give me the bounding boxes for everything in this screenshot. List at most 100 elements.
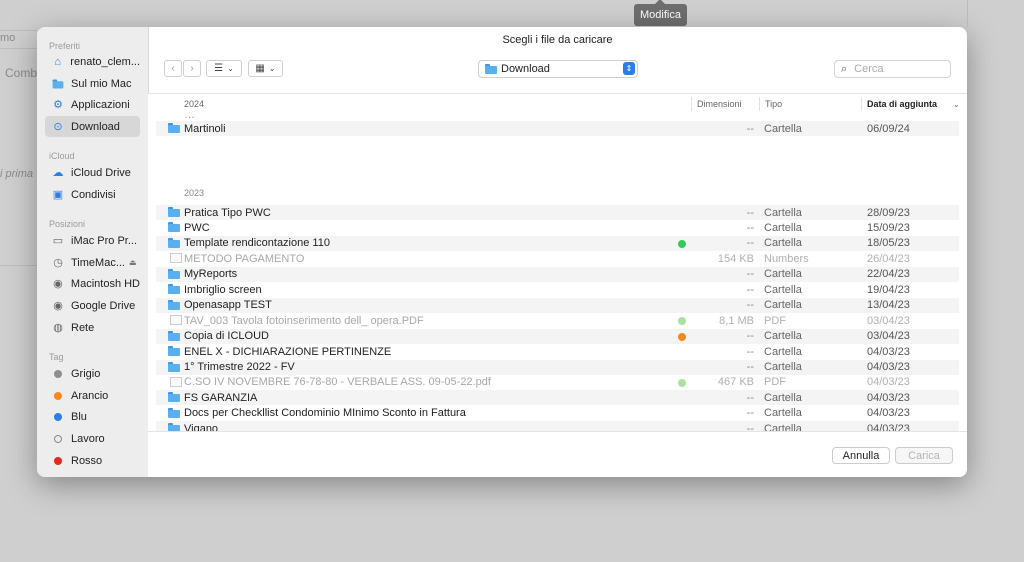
location-popup[interactable]: Download ⇕ bbox=[478, 60, 638, 78]
file-row[interactable]: Copia di ICLOUD -- Cartella 03/04/23 bbox=[156, 328, 959, 344]
sidebar-item-tag-blu[interactable]: Blu bbox=[45, 406, 140, 427]
sidebar-item-sul-mio-mac[interactable]: Sul mio Mac bbox=[45, 73, 140, 94]
file-row[interactable]: PWC -- Cartella 15/09/23 bbox=[156, 220, 959, 235]
column-kind-header[interactable]: Tipo bbox=[765, 94, 782, 114]
sidebar-item-label: TimeMac... bbox=[71, 256, 125, 269]
cancel-button[interactable]: Annulla bbox=[832, 447, 890, 464]
sidebar-item-applicazioni[interactable]: ⚙ Applicazioni bbox=[45, 94, 140, 115]
sidebar-item-tag-lavoro[interactable]: Lavoro bbox=[45, 428, 140, 449]
file-row[interactable]: Pratica Tipo PWC -- Cartella 28/09/23 bbox=[156, 205, 959, 220]
tag-dot-icon bbox=[54, 369, 62, 378]
sidebar-item-download[interactable]: ⊙ Download bbox=[45, 116, 140, 137]
sidebar-item-google-drive[interactable]: ◉ Google Drive bbox=[45, 295, 140, 316]
file-name: 1° Trimestre 2022 - FV bbox=[184, 361, 295, 373]
column-name-header[interactable]: 2024 bbox=[184, 94, 204, 114]
sidebar-item-timemachine[interactable]: ◷ TimeMac... ⏏ bbox=[45, 252, 140, 273]
folder-icon bbox=[168, 330, 180, 341]
column-divider[interactable] bbox=[759, 97, 760, 111]
file-kind: Cartella bbox=[764, 268, 802, 281]
sort-chevron-icon[interactable]: ⌄ bbox=[953, 94, 960, 114]
file-row[interactable]: Martinoli -- Cartella 06/09/24 bbox=[156, 121, 959, 136]
search-field[interactable]: ⌕ bbox=[834, 60, 951, 78]
file-size: -- bbox=[746, 283, 754, 296]
file-name: ENEL X - DICHIARAZIONE PERTINENZE bbox=[184, 345, 392, 358]
folder-icon bbox=[168, 123, 180, 133]
upload-button[interactable]: Carica bbox=[895, 447, 953, 464]
file-date: 04/03/23 bbox=[867, 345, 910, 358]
folder-icon bbox=[168, 284, 180, 295]
sidebar-item-imac[interactable]: ▭ iMac Pro Pr... bbox=[45, 230, 140, 251]
file-row[interactable]: ENEL X - DICHIARAZIONE PERTINENZE -- Carte… bbox=[156, 344, 959, 359]
file-date: 26/04/23 bbox=[867, 252, 910, 265]
document-icon bbox=[170, 253, 182, 264]
tooltip: Modifica bbox=[634, 0, 687, 26]
bg-divider bbox=[0, 48, 37, 49]
document-icon bbox=[170, 376, 182, 387]
sidebar-item-home[interactable]: ⌂ renato_clem... bbox=[45, 51, 140, 72]
sidebar-item-tag-rosso[interactable]: Rosso bbox=[45, 450, 140, 471]
computer-icon: ▭ bbox=[52, 235, 64, 247]
file-kind: Cartella bbox=[764, 391, 802, 404]
file-row[interactable]: FS GARANZIA -- Cartella 04/03/23 bbox=[156, 390, 959, 406]
file-row[interactable]: MyReports -- Cartella 22/04/23 bbox=[156, 266, 959, 282]
file-kind: Cartella bbox=[764, 422, 802, 431]
file-row[interactable]: Imbriglio screen -- Cartella 19/04/23 bbox=[156, 282, 959, 297]
folder-icon bbox=[168, 392, 180, 403]
sidebar-item-tag-grigio[interactable]: Grigio bbox=[45, 363, 140, 384]
tag-dot-icon bbox=[54, 412, 62, 421]
bg-divider bbox=[0, 265, 37, 266]
file-name: MyReports bbox=[184, 268, 238, 281]
sidebar-item-label: Download bbox=[71, 120, 120, 133]
sidebar-item-label: Macintosh HD bbox=[70, 277, 140, 290]
grid-view-icon: ▦ bbox=[255, 63, 265, 74]
applications-icon: ⚙ bbox=[53, 99, 63, 111]
file-row[interactable]: 1° Trimestre 2022 - FV -- Cartella 04/03/23 bbox=[156, 359, 959, 375]
eject-icon[interactable]: ⏏ bbox=[129, 258, 137, 267]
search-icon: ⌕ bbox=[841, 62, 848, 75]
file-date: 18/05/23 bbox=[867, 237, 910, 250]
file-kind: Cartella bbox=[764, 237, 802, 250]
sidebar-item-rete[interactable]: ◍ Rete bbox=[45, 317, 140, 338]
back-button[interactable]: ‹ bbox=[164, 60, 182, 77]
chevron-down-icon: ⌄ bbox=[268, 64, 276, 73]
column-size-header[interactable]: Dimensioni bbox=[697, 94, 742, 114]
folder-icon bbox=[168, 222, 180, 233]
file-size: -- bbox=[746, 407, 754, 420]
file-name: Vigano bbox=[184, 422, 219, 431]
sidebar-section-tag: Tag bbox=[49, 352, 64, 362]
sidebar-item-macintosh-hd[interactable]: ◉ Macintosh HD bbox=[45, 273, 140, 294]
forward-button[interactable]: › bbox=[183, 60, 201, 77]
file-name: Pratica Tipo PWC bbox=[184, 206, 271, 219]
file-size: -- bbox=[746, 330, 754, 343]
cloud-icon: ☁ bbox=[52, 167, 64, 179]
column-divider[interactable] bbox=[861, 97, 862, 111]
sidebar-item-icloud-drive[interactable]: ☁ iCloud Drive bbox=[45, 162, 140, 183]
popup-stepper-icon: ⇕ bbox=[623, 62, 635, 75]
file-row[interactable]: Vigano -- Cartella 04/03/23 bbox=[156, 421, 959, 431]
file-kind: Cartella bbox=[764, 221, 802, 234]
file-row[interactable]: METODO PAGAMENTO 154 KB Numbers 26/04/23 bbox=[156, 251, 959, 266]
search-input[interactable] bbox=[852, 62, 947, 76]
file-row[interactable]: TAV_003 Tavola fotoinserimento dell_ ope… bbox=[156, 313, 959, 328]
file-kind: Cartella bbox=[764, 283, 802, 296]
location-label: Download bbox=[501, 63, 550, 75]
file-row[interactable]: Template rendicontazione 110 -- Cartella 18… bbox=[156, 235, 959, 251]
tag-dot-icon bbox=[54, 391, 62, 400]
network-icon: ◍ bbox=[53, 322, 63, 334]
sidebar-item-label: Sul mio Mac bbox=[71, 77, 132, 90]
file-kind: PDF bbox=[764, 376, 786, 389]
sidebar-item-label: iCloud Drive bbox=[71, 166, 131, 179]
file-row[interactable]: Openasapp TEST -- Cartella 13/04/23 bbox=[156, 297, 959, 313]
file-row[interactable]: Docs per Checkllist Condominio MInimo Sc… bbox=[156, 406, 959, 421]
sidebar-item-condivisi[interactable]: ▣ Condivisi bbox=[45, 184, 140, 205]
column-divider[interactable] bbox=[691, 97, 692, 111]
file-size: -- bbox=[746, 345, 754, 358]
sidebar-item-tag-arancio[interactable]: Arancio bbox=[45, 385, 140, 406]
file-name: Copia di ICLOUD bbox=[184, 330, 269, 343]
file-row[interactable]: C.SO IV NOVEMBRE 76-78-80 - VERBALE ASS.… bbox=[156, 375, 959, 390]
column-date-header[interactable]: Data di aggiunta bbox=[867, 94, 937, 114]
list-view-button[interactable]: ☰ ⌄ bbox=[206, 60, 242, 77]
sidebar-item-label: Arancio bbox=[71, 389, 109, 402]
file-name: TAV_003 Tavola fotoinserimento dell_ ope… bbox=[184, 314, 424, 327]
grid-view-button[interactable]: ▦ ⌄ bbox=[248, 60, 283, 77]
